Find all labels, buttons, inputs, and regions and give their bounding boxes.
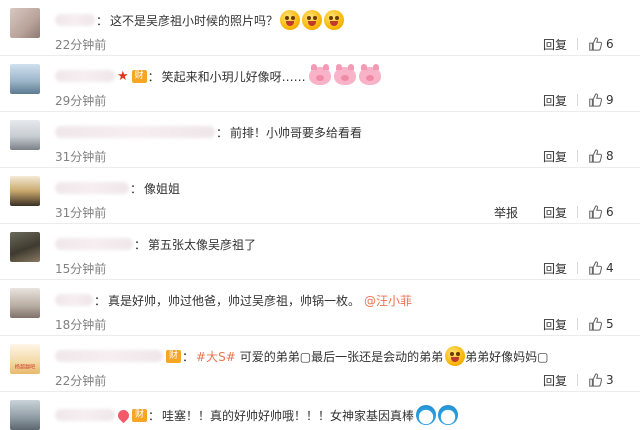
colon-separator: ： — [134, 237, 147, 252]
username[interactable] — [55, 350, 163, 362]
avatar-caption: 杨超越吧 — [14, 364, 36, 371]
avatar[interactable]: 杨超越吧 — [10, 344, 40, 374]
comment-text: 哇塞！！真的好帅好帅哦！！！女神家基因真棒 — [162, 408, 415, 423]
doraemon-emoji — [438, 405, 459, 425]
pig-emoji — [308, 64, 331, 85]
reply-button[interactable]: 回复 — [543, 260, 567, 277]
star-icon: ★ — [117, 68, 129, 84]
username[interactable] — [55, 126, 215, 138]
colon-separator: ： — [96, 13, 109, 28]
username[interactable] — [55, 14, 95, 26]
colon-separator: ： — [148, 408, 161, 423]
like-count: 5 — [606, 317, 614, 331]
like-count: 6 — [606, 205, 614, 219]
thumbs-up-icon[interactable] — [588, 373, 602, 387]
username[interactable] — [55, 409, 115, 421]
colon-separator: ： — [94, 293, 107, 308]
thumbs-up-icon[interactable] — [588, 261, 602, 275]
comment-time: 18分钟前 — [55, 318, 107, 332]
colon-separator: ： — [130, 181, 143, 196]
comment-text: 前排！小帅哥要多给看看 — [230, 125, 363, 140]
report-button[interactable]: 举报 — [494, 204, 518, 221]
reply-button[interactable]: 回复 — [543, 372, 567, 389]
colon-separator: ： — [216, 125, 229, 140]
username[interactable] — [55, 182, 129, 194]
vip-badge-icon[interactable]: 财 — [132, 408, 147, 422]
like-count: 9 — [606, 93, 614, 107]
heart-badge-icon — [115, 407, 132, 423]
kiss-emoji — [445, 346, 466, 366]
avatar[interactable] — [10, 176, 40, 206]
username[interactable] — [55, 294, 93, 306]
comment-text: 真是好帅，帅过他爸，帅过吴彦祖，帅锅一枚。 — [108, 293, 361, 308]
action-divider — [577, 94, 578, 106]
like-count: 3 — [606, 373, 614, 387]
avatar[interactable] — [10, 120, 40, 150]
topic-link[interactable]: #大S# — [196, 348, 236, 365]
tongue-emoji — [280, 10, 301, 30]
comment-item: ： 像姐姐 31分钟前 举报 回复 6 — [0, 168, 640, 224]
comment-time: 31分钟前 — [55, 206, 107, 220]
comment-list: ： 这不是吴彦祖小时候的照片吗？ 22分钟前 回复 6 ★ 财 ： 笑起来和小玥… — [0, 0, 640, 430]
comment-time: 15分钟前 — [55, 262, 107, 276]
reply-button[interactable]: 回复 — [543, 92, 567, 109]
comment-item: ： 第五张太像吴彦祖了 15分钟前 回复 4 — [0, 224, 640, 280]
vip-badge-icon[interactable]: 财 — [166, 349, 181, 363]
action-divider — [577, 38, 578, 50]
colon-separator: ： — [147, 69, 160, 84]
username[interactable] — [55, 70, 115, 82]
reply-button[interactable]: 回复 — [543, 148, 567, 165]
doraemon-emoji — [416, 405, 437, 425]
username[interactable] — [55, 238, 133, 250]
comment-time: 22分钟前 — [55, 374, 107, 388]
comment-time: 31分钟前 — [55, 150, 107, 164]
thumbs-up-icon[interactable] — [588, 93, 602, 107]
like-count: 6 — [606, 37, 614, 51]
thumbs-up-icon[interactable] — [588, 205, 602, 219]
reply-button[interactable]: 回复 — [543, 316, 567, 333]
comment-item: 财 ： 哇塞！！真的好帅好帅哦！！！女神家基因真棒 — [0, 392, 640, 430]
thumbs-up-icon[interactable] — [588, 37, 602, 51]
pig-emoji — [333, 64, 356, 85]
action-divider — [577, 150, 578, 162]
comment-text: 这不是吴彦祖小时候的照片吗？ — [110, 13, 279, 28]
comment-text: 可爱的弟弟▢最后一张还是会动的弟弟 — [239, 349, 444, 364]
thumbs-up-icon[interactable] — [588, 149, 602, 163]
tongue-emoji — [302, 10, 323, 30]
action-divider — [577, 374, 578, 386]
comment-item: ： 真是好帅，帅过他爸，帅过吴彦祖，帅锅一枚。 @汪小菲 18分钟前 回复 5 — [0, 280, 640, 336]
action-divider — [577, 206, 578, 218]
comment-text: 第五张太像吴彦祖了 — [148, 237, 257, 252]
reply-button[interactable]: 回复 — [543, 36, 567, 53]
avatar[interactable] — [10, 232, 40, 262]
tongue-emoji — [324, 10, 345, 30]
action-divider — [577, 262, 578, 274]
avatar[interactable] — [10, 400, 40, 430]
avatar[interactable] — [10, 64, 40, 94]
avatar[interactable] — [10, 288, 40, 318]
comment-time: 22分钟前 — [55, 38, 107, 52]
comment-text: 笑起来和小玥儿好像呀…… — [161, 69, 306, 84]
comment-item: ★ 财 ： 笑起来和小玥儿好像呀…… 29分钟前 回复 9 — [0, 56, 640, 112]
comment-item: 杨超越吧 财 ： #大S# 可爱的弟弟▢最后一张还是会动的弟弟 弟弟好像妈妈▢ … — [0, 336, 640, 392]
colon-separator: ： — [182, 349, 195, 364]
mention-link[interactable]: @汪小菲 — [364, 292, 412, 309]
action-divider — [577, 318, 578, 330]
comment-text-continued: 弟弟好像妈妈▢ — [465, 349, 549, 364]
like-count: 8 — [606, 149, 614, 163]
thumbs-up-icon[interactable] — [588, 317, 602, 331]
comment-text: 像姐姐 — [144, 181, 181, 196]
vip-badge-icon[interactable]: 财 — [131, 69, 147, 83]
pig-emoji — [358, 64, 381, 85]
like-count: 4 — [606, 261, 614, 275]
comment-time: 29分钟前 — [55, 94, 107, 108]
comment-item: ： 这不是吴彦祖小时候的照片吗？ 22分钟前 回复 6 — [0, 0, 640, 56]
reply-button[interactable]: 回复 — [543, 204, 567, 221]
comment-item: ： 前排！小帅哥要多给看看 31分钟前 回复 8 — [0, 112, 640, 168]
avatar[interactable] — [10, 8, 40, 38]
